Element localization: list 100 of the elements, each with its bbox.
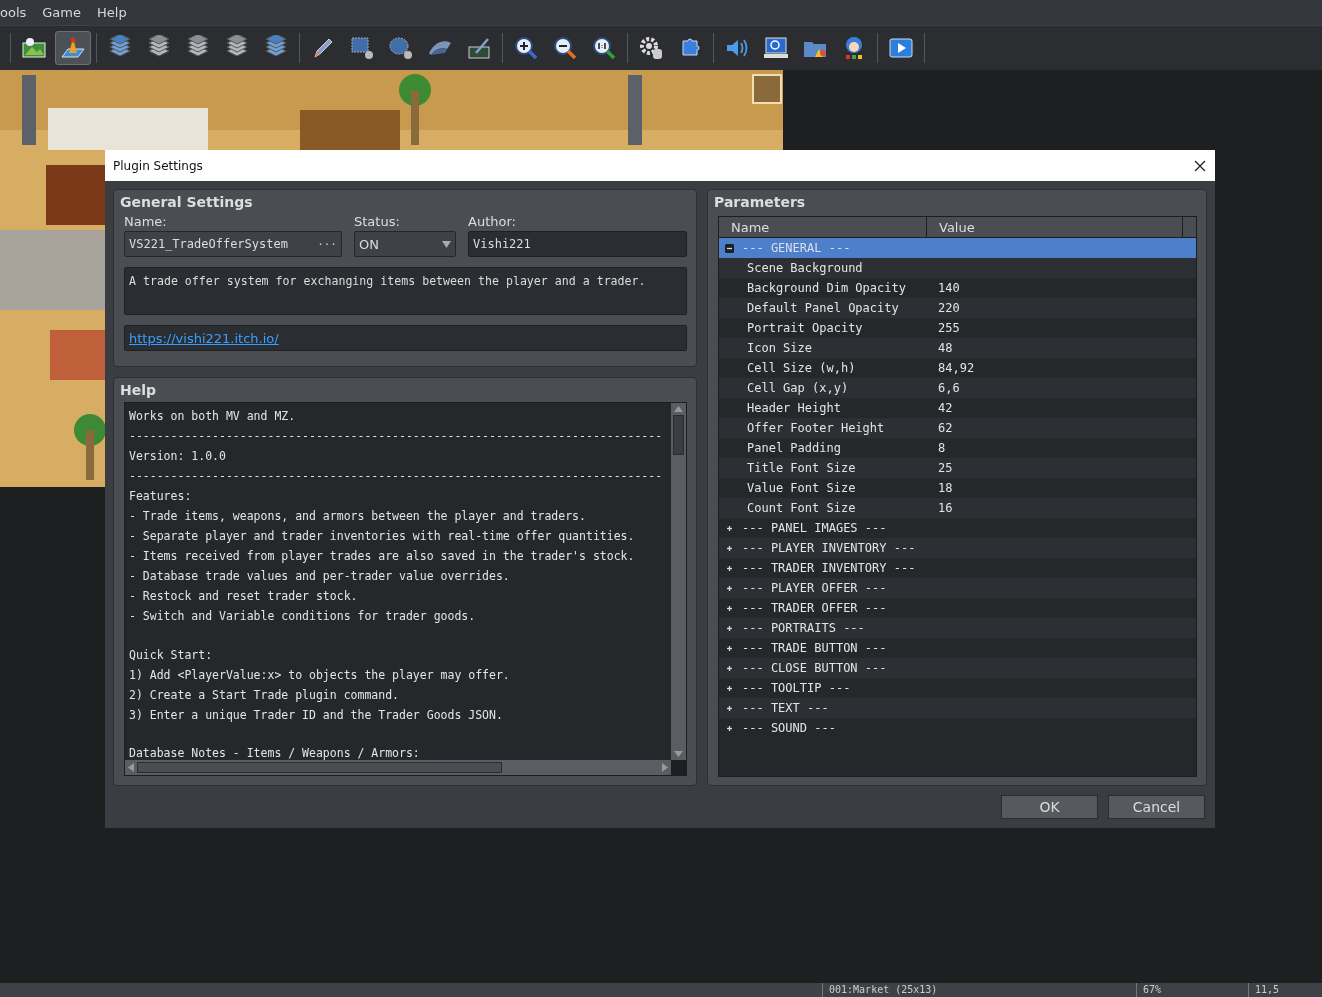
description-field[interactable]: A trade offer system for exchanging items between the player and a trader.: [124, 267, 687, 315]
tree-row[interactable]: --- PLAYER INVENTORY ---: [719, 538, 1196, 558]
expand-icon[interactable]: [725, 603, 734, 613]
parameter-row[interactable]: Header Height 42: [719, 398, 1196, 418]
parameter-row[interactable]: Scene Background: [719, 258, 1196, 278]
parameter-name: Cell Size (w,h): [746, 361, 857, 375]
url-link[interactable]: https://vishi221.itch.io/: [129, 330, 279, 346]
parameter-name: Count Font Size: [746, 501, 857, 515]
vertical-scrollbar[interactable]: [671, 403, 686, 760]
field-label: Status:: [354, 214, 401, 229]
menu-item[interactable]: ools: [0, 5, 35, 20]
group-label: --- TRADER OFFER ---: [742, 601, 887, 615]
column-header[interactable]: Value: [927, 217, 1183, 237]
expand-icon[interactable]: [725, 723, 734, 733]
tree-row[interactable]: --- SOUND ---: [719, 718, 1196, 738]
help-line: - Items received from player trades are also saved in the trader's stock.: [129, 548, 636, 565]
help-line: Version: 1.0.0: [129, 448, 227, 465]
help-line: 2) Create a Start Trade plugin command.: [129, 686, 401, 704]
parameter-name: Value Font Size: [746, 481, 857, 495]
help-line: -----------------------------------------------------------------------------: [129, 468, 664, 485]
column-header[interactable]: Name: [719, 217, 927, 237]
parameter-row[interactable]: Count Font Size 16: [719, 498, 1196, 518]
expand-icon[interactable]: [725, 683, 734, 693]
help-line: Quick Start:: [129, 646, 214, 664]
ok-button[interactable]: OK: [1001, 795, 1098, 819]
parameter-row[interactable]: Cell Gap (x,y) 6,6: [719, 378, 1196, 398]
scroll-thumb[interactable]: [673, 415, 684, 455]
parameter-value: 18: [938, 481, 953, 495]
parameter-name: Background Dim Opacity: [746, 281, 907, 295]
status-text: 11,5: [1248, 983, 1322, 997]
help-line: Database Notes - Items / Weapons / Armors:: [129, 745, 421, 760]
expand-icon[interactable]: [725, 643, 734, 653]
parameter-row[interactable]: Portrait Opacity 255: [719, 318, 1196, 338]
panel-title: Parameters: [714, 194, 807, 210]
tree-row[interactable]: --- TRADE BUTTON ---: [719, 638, 1196, 658]
tree-row[interactable]: --- TRADER OFFER ---: [719, 598, 1196, 618]
parameter-value: 255: [938, 321, 960, 335]
collapse-icon[interactable]: [725, 243, 734, 253]
parameter-name: Header Height: [746, 401, 842, 415]
expand-icon[interactable]: [725, 563, 734, 573]
parameter-value: 84,92: [938, 361, 975, 375]
expand-icon[interactable]: [725, 523, 734, 533]
parameter-name: Title Font Size: [746, 461, 857, 475]
status-dropdown[interactable]: ON: [354, 231, 456, 257]
menu-item[interactable]: Game: [34, 5, 89, 20]
group-label: --- GENERAL ---: [742, 241, 851, 255]
panel-title: Help: [120, 382, 158, 398]
group-label: --- TOOLTIP ---: [742, 681, 851, 695]
tree-row[interactable]: --- CLOSE BUTTON ---: [719, 658, 1196, 678]
group-label: --- PLAYER OFFER ---: [742, 581, 887, 595]
parameter-row[interactable]: Panel Padding 8: [719, 438, 1196, 458]
browse-button[interactable]: ···: [317, 237, 337, 251]
group-label: --- PANEL IMAGES ---: [742, 521, 887, 535]
tree-row[interactable]: --- TEXT ---: [719, 698, 1196, 718]
group-label: --- TRADER INVENTORY ---: [742, 561, 916, 575]
parameter-value: 140: [938, 281, 960, 295]
help-line: - Restock and reset trader stock.: [129, 588, 359, 605]
author-field[interactable]: Vishi221: [468, 231, 687, 257]
panel-title: General Settings: [120, 194, 254, 210]
parameter-value: 62: [938, 421, 953, 435]
tree-row[interactable]: --- TRADER INVENTORY ---: [719, 558, 1196, 578]
window-title: Plugin Settings: [113, 158, 203, 173]
expand-icon[interactable]: [725, 543, 734, 553]
scroll-thumb[interactable]: [137, 762, 502, 773]
tree-row[interactable]: --- PANEL IMAGES ---: [719, 518, 1196, 538]
expand-icon[interactable]: [725, 703, 734, 713]
expand-icon[interactable]: [725, 623, 734, 633]
parameter-row[interactable]: Offer Footer Height 62: [719, 418, 1196, 438]
parameter-name: Default Panel Opacity: [746, 301, 900, 315]
ellipse-select-icon: [388, 35, 414, 61]
group-label: --- SOUND ---: [742, 721, 836, 735]
cancel-button[interactable]: Cancel: [1108, 795, 1205, 819]
parameter-value: 8: [938, 441, 946, 455]
parameter-row[interactable]: Icon Size 48: [719, 338, 1196, 358]
landscape-icon: [21, 35, 47, 61]
status-text: 67%: [1136, 983, 1248, 997]
parameter-row[interactable]: Cell Size (w,h) 84,92: [719, 358, 1196, 378]
tree-row[interactable]: --- TOOLTIP ---: [719, 678, 1196, 698]
parameter-row[interactable]: Background Dim Opacity 140: [719, 278, 1196, 298]
name-field[interactable]: VS221_TradeOfferSystem ···: [124, 231, 342, 257]
parameter-row[interactable]: Default Panel Opacity 220: [719, 298, 1196, 318]
tree-row[interactable]: --- PORTRAITS ---: [719, 618, 1196, 638]
menu-item[interactable]: Help: [89, 5, 135, 20]
horizontal-scrollbar[interactable]: [125, 760, 671, 775]
gear-icon: [638, 35, 664, 61]
help-line: 3) Enter a unique Trader ID and the Trader Goods JSON.: [129, 706, 504, 724]
play-icon: [888, 35, 914, 61]
expand-icon[interactable]: [725, 583, 734, 593]
group-label: --- TRADE BUTTON ---: [742, 641, 887, 655]
parameter-row[interactable]: Title Font Size 25: [719, 458, 1196, 478]
close-icon[interactable]: [1194, 159, 1206, 172]
help-line: - Trade items, weapons, and armors between the player and traders.: [129, 508, 587, 525]
expand-icon[interactable]: [725, 663, 734, 673]
zoom-in-icon: [513, 35, 539, 61]
parameter-value: 220: [938, 301, 960, 315]
tree-row[interactable]: --- PLAYER OFFER ---: [719, 578, 1196, 598]
parameter-name: Cell Gap (x,y): [746, 381, 850, 395]
parameter-row[interactable]: Value Font Size 18: [719, 478, 1196, 498]
zoom-out-icon: [552, 35, 578, 61]
status-text: 001:Market (25x13): [822, 983, 1136, 997]
